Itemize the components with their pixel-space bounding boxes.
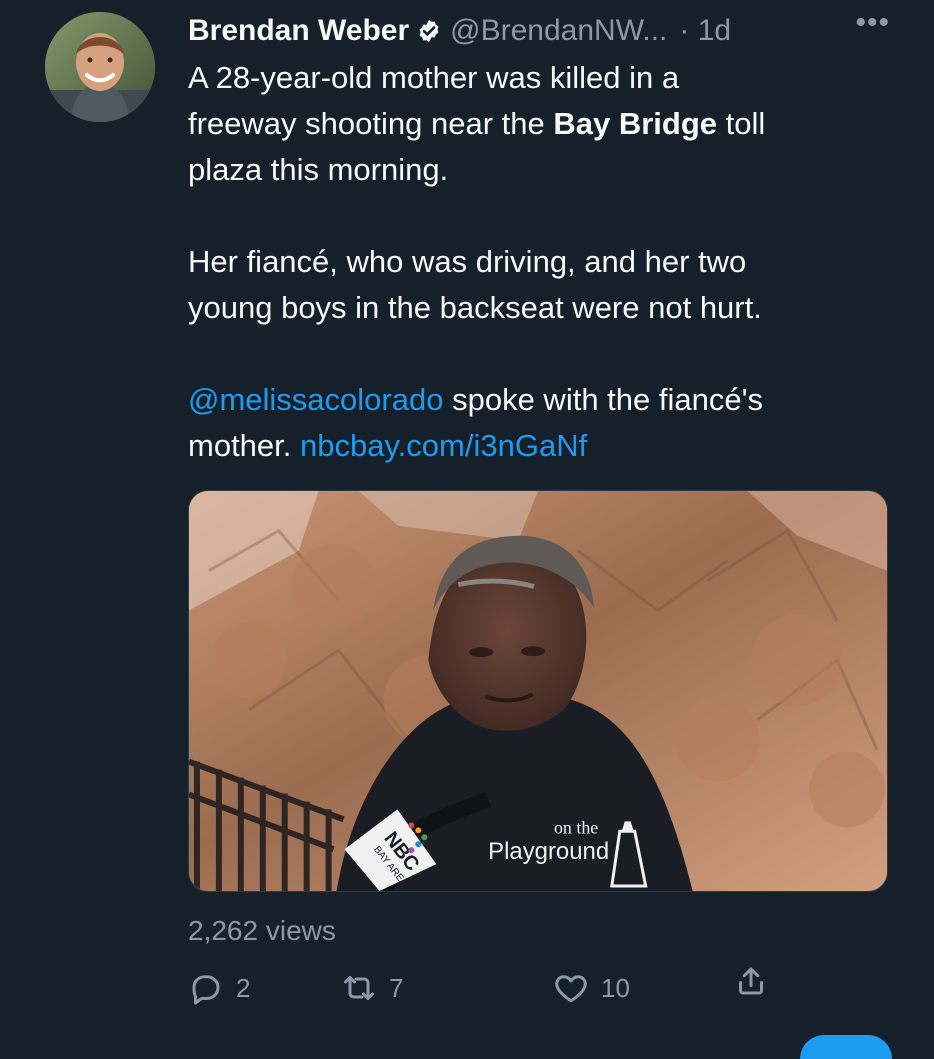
tweet-time[interactable]: · 1d — [679, 10, 731, 52]
tweet-line-4: Her fiancé, who was driving, and her two — [188, 244, 747, 279]
retweet-button[interactable]: 7 — [341, 963, 403, 1013]
tweet-actions: 2 7 10 — [188, 963, 778, 1013]
like-count: 10 — [601, 973, 630, 1003]
compose-fab-edge[interactable] — [800, 1035, 892, 1059]
tweet-line-2-suffix: toll — [725, 106, 766, 141]
author-handle[interactable]: @BrendanNW... — [450, 10, 667, 52]
tweet-line-5: young boys in the backseat were not hurt… — [188, 290, 762, 325]
tweet-media[interactable]: NBC BAY AREA on the Playground — [188, 490, 888, 892]
tweet-line-7: mother. nbcbay.com/i3nGaNf — [188, 423, 878, 469]
share-icon — [739, 967, 763, 995]
tweet-line-2: freeway shooting near the Bay Bridge tol… — [188, 101, 878, 147]
tweet-line-2-prefix: freeway shooting near the — [188, 106, 545, 141]
article-link[interactable]: nbcbay.com/i3nGaNf — [300, 428, 587, 463]
tweet-line-1: A 28-year-old mother was killed in a — [188, 60, 680, 95]
reply-button[interactable]: 2 — [188, 963, 250, 1013]
views-count: 2,262 views — [188, 915, 336, 946]
mention-link[interactable]: @melissacolorado — [188, 382, 443, 417]
author-name[interactable]: Brendan Weber — [188, 10, 409, 52]
tweet-header: Brendan Weber @BrendanNW... · 1d ••• — [188, 8, 890, 52]
tweet-highlight-bay-bridge: Bay Bridge — [553, 106, 718, 141]
reply-icon — [192, 975, 220, 1005]
avatar-image — [45, 12, 155, 122]
tweet-line-6-suffix: spoke with the fiancé's — [452, 382, 764, 417]
verified-badge-icon — [419, 19, 439, 43]
shirt-text-line-1: on the — [554, 817, 598, 837]
share-button[interactable] — [733, 963, 781, 999]
like-button[interactable]: 10 — [553, 963, 630, 1013]
tweet-line-7-prefix: mother. — [188, 428, 292, 463]
media-image: NBC BAY AREA on the Playground — [189, 491, 887, 891]
retweet-count: 7 — [389, 973, 404, 1003]
tweet-line-6: @melissacolorado spoke with the fiancé's — [188, 377, 878, 423]
shirt-text-line-2: Playground — [488, 838, 609, 865]
heart-icon — [555, 975, 587, 1003]
retweet-icon — [344, 976, 374, 1000]
reply-count: 2 — [236, 973, 251, 1003]
tweet-text: A 28-year-old mother was killed in a fre… — [188, 55, 878, 469]
tweet-line-3: plaza this morning. — [188, 152, 449, 187]
more-dots-icon[interactable]: ••• — [855, 8, 890, 49]
author-avatar[interactable] — [45, 12, 155, 122]
